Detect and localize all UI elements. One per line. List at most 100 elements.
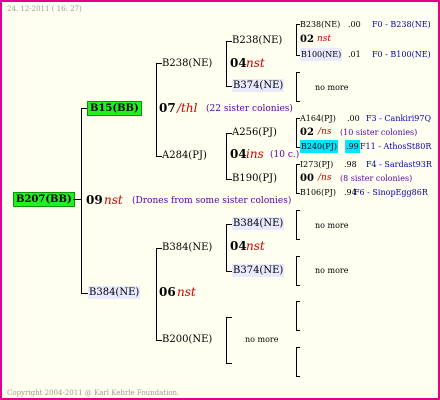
connector-b374-v (296, 72, 297, 101)
connector-b200-bottom (226, 363, 232, 364)
g5-b100-label[interactable]: B100(NE) (300, 48, 343, 61)
g5-a164-info: F3 - Cankiri97Q (366, 114, 431, 123)
connector-b384c-v (296, 210, 297, 239)
connector-b238 (156, 63, 162, 64)
connector-b384b (156, 248, 162, 249)
connector-a256 (226, 133, 232, 134)
g5-b238-info: F0 - B238(NE) (372, 20, 431, 29)
connector-b384 (81, 293, 88, 294)
connector-g5-r3 (296, 55, 300, 56)
node-a284[interactable]: A284(PJ) (162, 149, 207, 162)
connector-empty1-v (296, 301, 297, 330)
connector-g5-r9 (296, 193, 300, 194)
g5-r8-generation: 00 (300, 173, 314, 184)
b384-mark: nst (177, 285, 196, 299)
connector-a284-v (226, 133, 227, 179)
root-mark: nst (104, 193, 123, 207)
connector-empty1-top (296, 301, 300, 302)
g5-r5-generation: 02 (300, 127, 314, 138)
connector-b15 (81, 108, 87, 109)
connector-b384c (226, 224, 232, 225)
b238-mark: nst (246, 56, 265, 70)
connector-g5-r1 (296, 24, 300, 25)
b15-mark: /thl (177, 101, 198, 115)
connector-b374b (226, 271, 232, 272)
connector-b384c-top (296, 210, 300, 211)
g5-b238-value: .00 (348, 20, 361, 29)
connector-b238b-v (296, 24, 297, 55)
b384b-generation: 04 (230, 239, 247, 253)
root-note: (Drones from some sister colonies) (132, 196, 292, 206)
a284-generation: 04 (230, 147, 247, 161)
copyright: Copyright 2004-2011 @ Karl Kehrle Founda… (7, 389, 180, 397)
g5-a164-label[interactable]: A164(PJ) (300, 112, 336, 125)
g5-b100-info: F0 - B100(NE) (372, 50, 431, 59)
g5-b238-label[interactable]: B238(NE) (300, 18, 340, 31)
node-b374b[interactable]: B374(NE) (232, 264, 285, 277)
b374b-no-more: no more (315, 266, 349, 275)
b15-note: (22 sister colonies) (206, 104, 293, 114)
g5-i273-label[interactable]: I273(PJ) (300, 158, 333, 171)
node-b15[interactable]: B15(BB) (87, 101, 142, 116)
g5-r2-generation: 02 (300, 34, 314, 45)
connector-b384c-bottom (296, 239, 300, 240)
root-node[interactable]: B207(BB) (13, 192, 75, 207)
connector-empty2-v (296, 347, 297, 376)
connector-b200-v (226, 317, 227, 363)
g5-r2-mark: nst (317, 34, 332, 44)
g5-a164-value: .00 (347, 114, 360, 123)
connector-root-v (81, 108, 82, 294)
g5-b106-info: F6 - SinopEgg86R (354, 188, 428, 197)
g5-b240-label[interactable]: B240(PJ) (300, 140, 338, 153)
node-b384b[interactable]: B384(NE) (162, 241, 212, 254)
g5-b100-value: .01 (348, 50, 361, 59)
connector-b374 (226, 86, 232, 87)
node-b384c[interactable]: B384(NE) (232, 217, 285, 230)
node-b374[interactable]: B374(NE) (232, 79, 285, 92)
connector-b374b-top (296, 256, 300, 257)
node-b384[interactable]: B384(NE) (88, 286, 141, 299)
connector-b190 (226, 179, 232, 180)
connector-g5-r6 (296, 147, 300, 148)
g5-r5-note: (10 sister colonies) (340, 128, 418, 137)
node-b238[interactable]: B238(NE) (162, 57, 212, 70)
connector-root (73, 199, 81, 200)
connector-empty2-bottom (296, 376, 300, 377)
node-b200[interactable]: B200(NE) (162, 333, 212, 346)
b384b-mark: nst (246, 239, 265, 253)
b374-no-more: no more (315, 83, 349, 92)
date-stamp: 24. 12-2011 ( 16: 27) (7, 5, 82, 13)
connector-empty2-top (296, 347, 300, 348)
pedigree-frame: 24. 12-2011 ( 16: 27) B207(BB) 09 nst (D… (0, 0, 440, 400)
connector-a256-v (296, 118, 297, 147)
b384-generation: 06 (159, 285, 176, 299)
connector-g5-r7 (296, 164, 300, 165)
node-b190[interactable]: B190(PJ) (232, 172, 277, 185)
connector-b384b-v (226, 224, 227, 271)
connector-b190-v (296, 164, 297, 193)
connector-g5-r4 (296, 118, 300, 119)
node-b238b[interactable]: B238(NE) (232, 34, 282, 47)
g5-b240-value: .99 (345, 140, 360, 153)
g5-i273-info: F4 - Sardast93R (366, 160, 432, 169)
b15-generation: 07 (159, 101, 176, 115)
connector-b374b-v (296, 256, 297, 285)
g5-r8-mark: /ns (318, 173, 332, 183)
connector-b238b (226, 41, 232, 42)
node-a256[interactable]: A256(PJ) (232, 126, 277, 139)
a284-mark: ins (246, 147, 264, 161)
connector-b238-v (226, 41, 227, 86)
connector-a284 (156, 156, 162, 157)
root-generation: 09 (86, 193, 103, 207)
b238-generation: 04 (230, 56, 247, 70)
connector-b15-v (156, 63, 157, 156)
g5-b106-label[interactable]: B106(PJ) (300, 186, 336, 199)
g5-r8-note: (8 sister colonies) (340, 174, 413, 183)
connector-b384-v (156, 248, 157, 340)
connector-b374-bottom (296, 101, 300, 102)
connector-b374b-bottom (296, 285, 300, 286)
connector-b374-top (296, 72, 300, 73)
connector-empty1-bottom (296, 330, 300, 331)
b200-no-more: no more (245, 335, 279, 344)
g5-i273-value: .98 (344, 160, 357, 169)
